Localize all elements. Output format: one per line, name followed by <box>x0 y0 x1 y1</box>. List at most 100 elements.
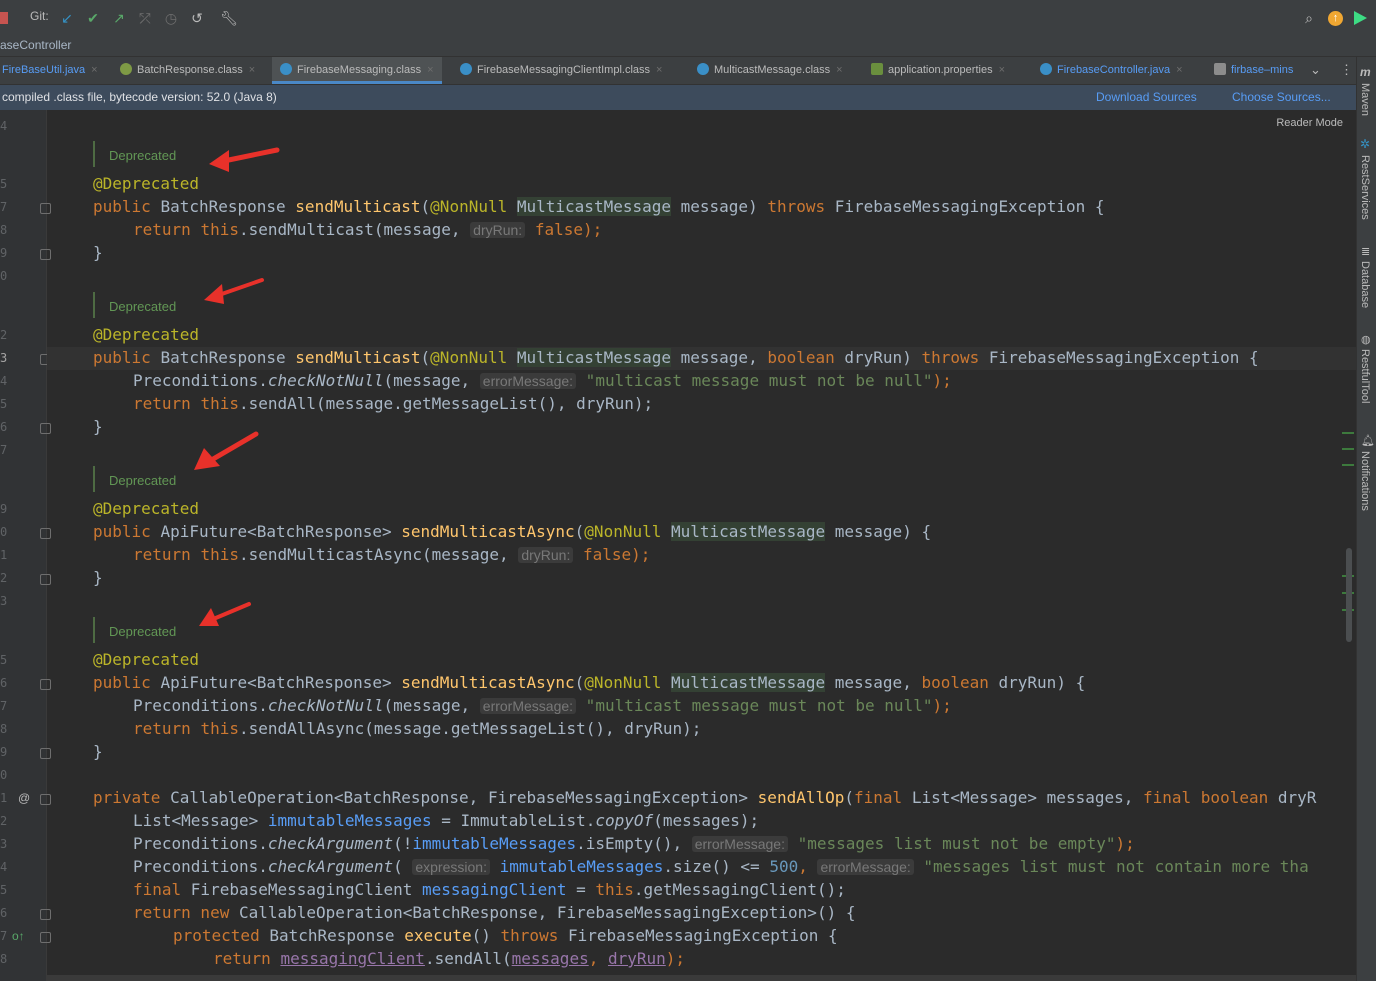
close-icon[interactable]: × <box>1176 64 1182 76</box>
tab-firebasecontroller[interactable]: FirebaseController.java × <box>1040 57 1183 84</box>
code-token: ( <box>574 522 585 541</box>
code-token: ( <box>574 673 585 692</box>
tab-firbase-mins[interactable]: firbase–mins <box>1214 57 1293 84</box>
code-token: ApiFuture<BatchResponse> <box>160 673 402 692</box>
tab-firebasemessaging[interactable]: FirebaseMessaging.class × <box>272 57 442 84</box>
code-token: @NonNull <box>430 348 517 367</box>
line-number: 5 <box>0 177 8 191</box>
tab-label: firbase–mins <box>1231 64 1294 76</box>
code-token: final <box>133 880 191 899</box>
tool-maven[interactable]: Maven <box>1359 83 1371 116</box>
properties-icon <box>871 63 883 75</box>
code-token: (message, <box>383 696 480 715</box>
code-token: BatchResponse <box>160 197 296 216</box>
code-line: Preconditions.checkNotNull(message, erro… <box>133 371 952 391</box>
git-push-icon[interactable]: ↗ <box>110 9 128 27</box>
tab-label: FirebaseController.java <box>1057 64 1171 76</box>
code-token: return new <box>133 903 239 922</box>
line-number: 2 <box>0 814 8 828</box>
scroll-marker <box>1342 432 1354 434</box>
tool-database[interactable]: Database <box>1359 261 1371 308</box>
tab-firebasemessagingclientimpl[interactable]: FirebaseMessagingClientImpl.class × <box>460 57 662 84</box>
class-icon <box>120 63 132 75</box>
code-token: CallableOperation<BatchResponse, Firebas… <box>170 788 758 807</box>
history-icon[interactable]: ◷ <box>162 9 180 27</box>
close-icon[interactable]: × <box>427 64 433 76</box>
code-token: Preconditions. <box>133 371 268 390</box>
more-icon[interactable]: ⋮ <box>1340 62 1353 78</box>
code-token: FirebaseMessagingException { <box>834 197 1105 216</box>
download-sources-link[interactable]: Download Sources <box>1096 85 1197 110</box>
code-line: List<Message> immutableMessages = Immuta… <box>133 811 759 831</box>
code-token: BatchResponse <box>160 348 296 367</box>
code-token: return <box>133 394 201 413</box>
code-token: message, <box>825 673 922 692</box>
tab-firebaseutil[interactable]: FireBaseUtil.java × <box>2 57 98 84</box>
code-token: FirebaseMessagingClient <box>190 880 422 899</box>
code-token: .sendAll(message.getMessageList(), dryRu… <box>238 394 654 413</box>
breadcrumb-item[interactable]: aseController <box>0 38 71 52</box>
stop-icon[interactable] <box>0 12 8 24</box>
code-token: this <box>200 394 239 413</box>
code-token: message) <box>671 197 768 216</box>
code-token: "messages list must not be empty" <box>787 834 1116 853</box>
code-token: dryRun) { <box>998 673 1086 692</box>
code-token: immutableMessages <box>412 834 577 853</box>
annotation-deprecated: @Deprecated <box>93 174 199 193</box>
code-token: = <box>566 880 596 899</box>
red-arrow-icon <box>194 431 259 470</box>
line-number: 0 <box>0 768 8 782</box>
jetbrains-icon[interactable] <box>1354 11 1367 25</box>
code-line: Preconditions.checkNotNull(message, erro… <box>133 696 952 716</box>
search-icon[interactable]: ⌕ <box>1300 9 1318 27</box>
git-commit-icon[interactable]: ✔ <box>84 9 102 27</box>
tool-restservices[interactable]: RestServices <box>1359 155 1371 220</box>
tab-multicastmessage[interactable]: MulticastMessage.class × <box>697 57 843 84</box>
rollback-icon[interactable]: ↺ <box>188 9 206 27</box>
code-token: (messages); <box>653 811 760 830</box>
close-icon[interactable]: × <box>249 64 255 76</box>
close-icon[interactable]: × <box>91 64 97 76</box>
code-token: this <box>595 880 634 899</box>
wrench-icon[interactable]: 🔧︎ <box>220 9 238 27</box>
code-token: final <box>854 788 912 807</box>
line-number: 2 <box>0 571 8 585</box>
red-arrow-icon <box>199 602 251 626</box>
code-token: dryRun <box>607 949 666 968</box>
database-icon: ≣ <box>1361 246 1371 258</box>
code-token: execute <box>404 926 472 945</box>
code-line: final FirebaseMessagingClient messagingC… <box>133 880 846 900</box>
update-icon[interactable]: ↑ <box>1328 11 1343 26</box>
code-token: public <box>93 197 161 216</box>
code-token: BatchResponse <box>269 926 405 945</box>
implement-icon[interactable]: o↑ <box>12 929 25 943</box>
file-icon <box>1214 63 1226 75</box>
reader-mode-toggle[interactable]: Reader Mode <box>1276 117 1343 129</box>
git-merge-icon[interactable]: ⤱ <box>136 9 154 27</box>
git-update-icon[interactable]: ↙ <box>58 9 76 27</box>
close-icon[interactable]: × <box>836 64 842 76</box>
line-number: 3 <box>0 594 8 608</box>
class-icon <box>460 63 472 75</box>
code-token: public <box>93 522 161 541</box>
code-editor[interactable]: Reader Mode Deprecated @Deprecated publi… <box>47 110 1356 981</box>
code-token: Preconditions. <box>133 696 268 715</box>
chevron-down-icon[interactable]: ⌄ <box>1310 62 1321 78</box>
tool-notifications[interactable]: Notifications <box>1359 451 1371 511</box>
override-icon[interactable]: @ <box>18 791 30 805</box>
code-token: .getMessagingClient(); <box>633 880 846 899</box>
tab-application-properties[interactable]: application.properties × <box>871 57 1005 84</box>
tool-restfultool[interactable]: RestfulTool <box>1359 349 1371 403</box>
line-number: 3 <box>0 351 8 365</box>
choose-sources-link[interactable]: Choose Sources... <box>1232 85 1331 110</box>
tab-label: FireBaseUtil.java <box>2 64 86 76</box>
vertical-scrollbar[interactable] <box>1346 548 1352 642</box>
tab-batchresponse[interactable]: BatchResponse.class × <box>120 57 255 84</box>
line-number: 6 <box>0 676 8 690</box>
close-icon[interactable]: × <box>999 64 1005 76</box>
restservices-icon: ✲ <box>1360 137 1371 151</box>
code-token: ); <box>582 220 603 239</box>
close-icon[interactable]: × <box>656 64 662 76</box>
horizontal-scrollbar[interactable] <box>47 975 1356 981</box>
code-token: @NonNull <box>584 522 671 541</box>
